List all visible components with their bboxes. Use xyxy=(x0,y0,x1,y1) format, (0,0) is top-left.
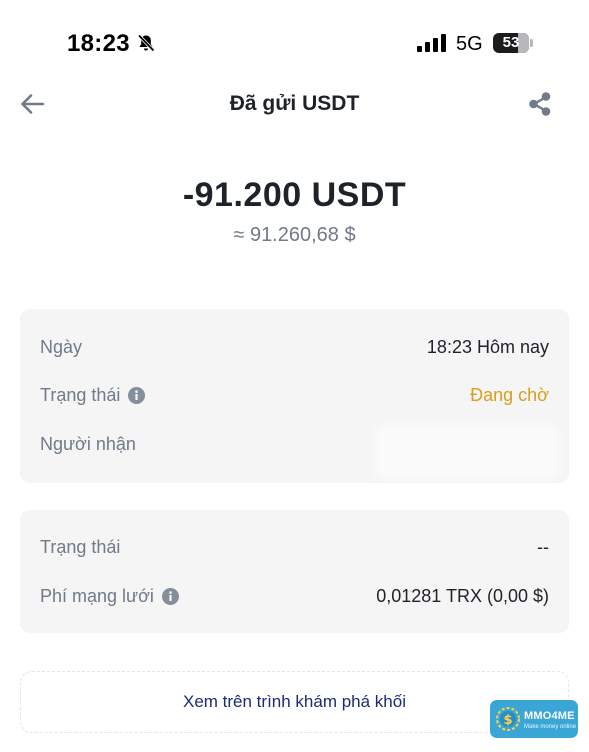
watermark-tagline: Make money online xyxy=(524,724,577,730)
info-icon[interactable] xyxy=(161,588,179,605)
recipient-label: Người nhận xyxy=(40,434,136,454)
transaction-fiat-value: ≈ 91.260,68 $ xyxy=(233,224,356,246)
network-type: 5G xyxy=(456,33,483,55)
network-status-label: Trạng thái xyxy=(40,537,121,557)
view-on-explorer-label: Xem trên trình khám phá khối xyxy=(182,692,406,711)
network-status-row: Trạng thái -- xyxy=(20,533,569,563)
battery-percent: 53 xyxy=(502,34,520,51)
network-fee-row: Phí mạng lưới 0,01281 TRX (0,00 $) xyxy=(20,582,569,612)
status-label-group: Trạng thái xyxy=(40,385,146,406)
network-fee-label-group: Phí mạng lưới xyxy=(40,586,179,607)
navigation-header: Đã gửi USDT xyxy=(0,86,589,126)
status-value: Đang chờ xyxy=(470,385,549,405)
network-status-value: -- xyxy=(537,537,549,557)
status-bar: 18:23 5G 53 xyxy=(0,0,589,86)
bell-slash-icon xyxy=(137,34,155,52)
page-title: Đã gửi USDT xyxy=(229,92,360,115)
svg-text:$: $ xyxy=(503,713,512,728)
date-label: Ngày xyxy=(40,337,83,357)
signal-icon xyxy=(417,34,446,52)
battery-icon: 53 xyxy=(493,33,535,53)
status-label: Trạng thái xyxy=(40,385,121,405)
view-on-explorer-button[interactable]: Xem trên trình khám phá khối xyxy=(20,671,569,733)
status-row: Trạng thái Đang chờ xyxy=(20,381,569,411)
recipient-row: Người nhận xyxy=(20,430,569,474)
date-value: 18:23 Hôm nay xyxy=(426,337,549,357)
recipient-value-redacted xyxy=(381,430,553,474)
transaction-amount: -91.200 USDT xyxy=(182,176,407,214)
status-time: 18:23 xyxy=(67,30,130,57)
transaction-details-card: Ngày 18:23 Hôm nay Trạng thái Đang chờ N… xyxy=(20,309,569,483)
share-icon[interactable] xyxy=(526,90,554,118)
watermark-logo: $ MMO4ME Make money online xyxy=(490,700,578,738)
date-row: Ngày 18:23 Hôm nay xyxy=(20,333,569,363)
network-fee-label: Phí mạng lưới xyxy=(40,586,154,606)
watermark-brand: MMO4ME xyxy=(524,710,575,722)
dollar-coin-icon: $ xyxy=(496,707,520,731)
network-fee-value: 0,01281 TRX (0,00 $) xyxy=(376,586,549,606)
info-icon[interactable] xyxy=(128,387,146,404)
network-details-card: Trạng thái -- Phí mạng lưới 0,01281 TRX … xyxy=(20,510,569,633)
